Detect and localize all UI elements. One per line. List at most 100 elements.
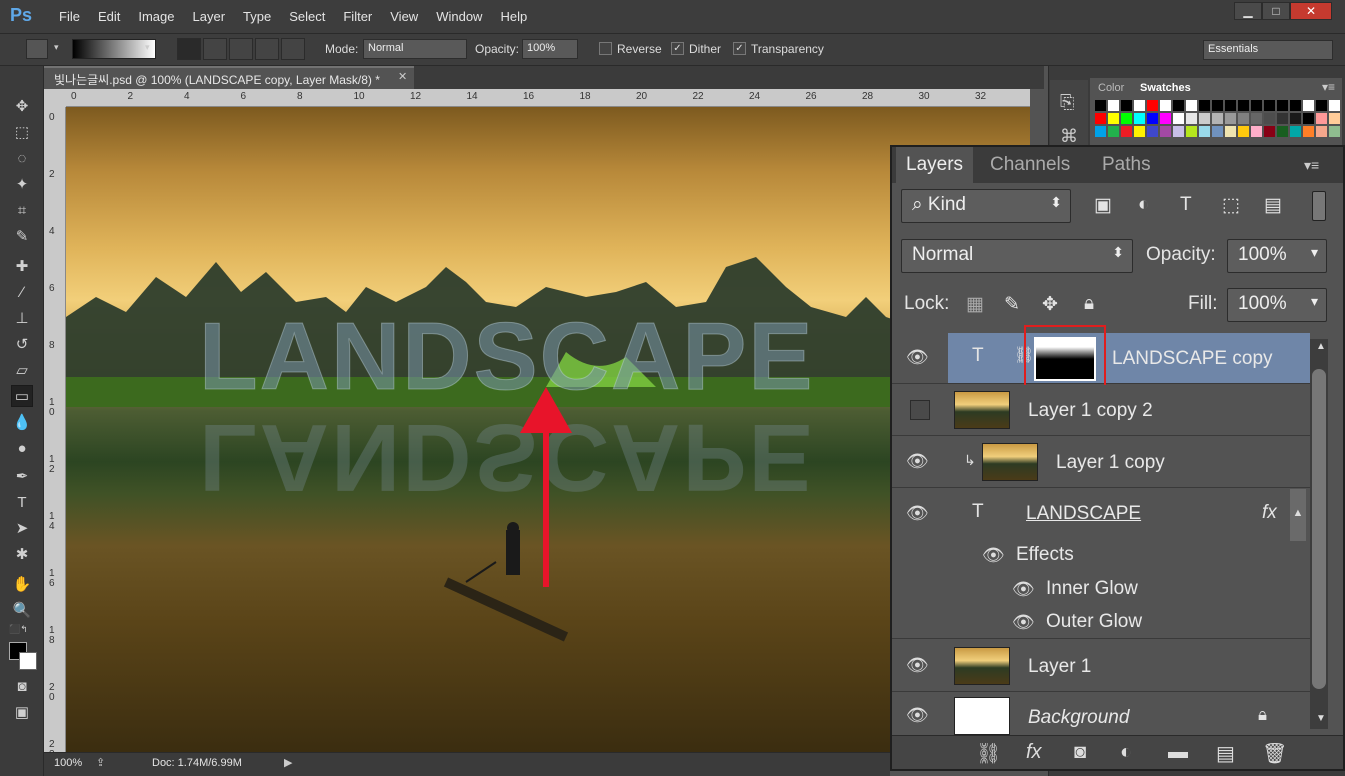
color-swatch[interactable] (1121, 100, 1132, 111)
color-swatch[interactable] (1264, 126, 1275, 137)
color-swatch[interactable] (1160, 126, 1171, 137)
fill-input[interactable]: 100% ▾ (1227, 288, 1327, 322)
color-swatch[interactable] (1147, 100, 1158, 111)
menu-help[interactable]: Help (491, 9, 536, 24)
move-tool-icon[interactable]: ✥ (11, 96, 33, 118)
link-layers-icon[interactable]: ⛓︎ (976, 741, 1001, 766)
default-colors-icon[interactable]: ⬛↰ (9, 624, 28, 635)
layer-name[interactable]: Layer 1 (1028, 656, 1091, 678)
opacity-input[interactable]: 100% (522, 39, 578, 59)
color-swatch[interactable] (1095, 126, 1106, 137)
tab-color[interactable]: Color (1092, 80, 1130, 96)
close-window-button[interactable]: ✕ (1290, 2, 1332, 20)
eye-icon[interactable]: 👁︎ (906, 347, 929, 368)
add-mask-icon[interactable]: ◙ (1074, 741, 1086, 764)
minimize-button[interactable]: ▁ (1234, 2, 1262, 20)
color-swatch[interactable] (1225, 100, 1236, 111)
filter-kind-select[interactable]: ⌕ Kind ⬍ (901, 189, 1071, 223)
history-brush-icon[interactable]: ↺ (11, 334, 33, 356)
screen-mode-icon[interactable]: ▣ (11, 702, 33, 724)
new-layer-icon[interactable]: ▤ (1216, 741, 1235, 766)
eye-icon[interactable]: 👁︎ (906, 655, 929, 676)
path-select-icon[interactable]: ➤ (11, 518, 33, 540)
color-swatch[interactable] (1095, 100, 1106, 111)
scrollbar-thumb[interactable] (1312, 369, 1326, 689)
ruler-origin[interactable] (44, 89, 66, 107)
color-swatch[interactable] (1173, 126, 1184, 137)
color-swatch[interactable] (1251, 113, 1262, 124)
gradient-tool-icon[interactable]: ▭ (11, 385, 33, 407)
gradient-dropdown-icon[interactable]: ▾ (145, 42, 150, 53)
eye-icon[interactable]: 👁︎ (982, 545, 1005, 566)
properties-panel-icon[interactable]: ⌘ (1060, 126, 1078, 147)
close-tab-icon[interactable]: ✕ (398, 70, 407, 83)
color-swatch[interactable] (1121, 113, 1132, 124)
radial-gradient-button[interactable] (203, 38, 227, 60)
tab-paths[interactable]: Paths (1092, 147, 1161, 183)
dodge-tool-icon[interactable]: ● (11, 438, 33, 460)
tab-swatches[interactable]: Swatches (1134, 80, 1197, 96)
color-swatch[interactable] (1147, 126, 1158, 137)
color-swatch[interactable] (1108, 126, 1119, 137)
effect-name[interactable]: Outer Glow (1046, 611, 1142, 633)
lock-all-icon[interactable]: 🔒︎ (1084, 293, 1094, 315)
layer-name[interactable]: Layer 1 copy (1056, 452, 1165, 474)
document-tab[interactable]: 빛나는글씨.psd @ 100% (LANDSCAPE copy, Layer … (44, 66, 414, 89)
crop-tool-icon[interactable]: ⌗ (11, 200, 33, 222)
lock-position-icon[interactable]: ✥ (1042, 293, 1058, 316)
visibility-toggle-off[interactable] (910, 400, 930, 420)
color-swatch[interactable] (1290, 113, 1301, 124)
color-swatch[interactable] (1264, 100, 1275, 111)
color-swatch[interactable] (1316, 113, 1327, 124)
color-swatch[interactable] (1186, 113, 1197, 124)
filter-type-icon[interactable]: T (1180, 194, 1192, 216)
menu-image[interactable]: Image (129, 9, 183, 24)
color-swatch[interactable] (1303, 126, 1314, 137)
scroll-up-icon[interactable]: ▲ (1316, 341, 1326, 352)
color-swatch[interactable] (1199, 100, 1210, 111)
layers-panel-menu-icon[interactable]: ▾≡ (1304, 157, 1319, 174)
delete-layer-icon[interactable]: 🗑︎ (1262, 741, 1287, 766)
color-swatch[interactable] (1134, 100, 1145, 111)
zoom-level[interactable]: 100% (54, 757, 82, 769)
color-swatch[interactable] (1212, 126, 1223, 137)
workspace-select[interactable]: Essentials (1203, 40, 1333, 60)
color-swatch[interactable] (1134, 113, 1145, 124)
brush-tool-icon[interactable]: ∕ (11, 282, 33, 304)
color-swatch[interactable] (1160, 100, 1171, 111)
color-swatch[interactable] (1199, 113, 1210, 124)
color-swatch[interactable] (1173, 113, 1184, 124)
color-swatch[interactable] (1160, 113, 1171, 124)
filter-shape-icon[interactable]: ⬚ (1222, 194, 1240, 217)
filter-smart-object-icon[interactable]: ▤ (1264, 194, 1282, 217)
dither-checkbox[interactable]: ✓ (671, 42, 684, 55)
color-swatch[interactable] (1290, 126, 1301, 137)
lasso-tool-icon[interactable]: ◌ (11, 148, 33, 170)
add-style-icon[interactable]: fx (1026, 741, 1042, 764)
magic-wand-icon[interactable]: ✦ (11, 174, 33, 196)
color-swatch[interactable] (1121, 126, 1132, 137)
color-swatch[interactable] (1251, 100, 1262, 111)
filter-pixel-icon[interactable]: ▣ (1094, 194, 1112, 217)
tab-layers[interactable]: Layers (896, 147, 974, 183)
lock-transparent-icon[interactable]: ▦ (966, 293, 984, 316)
layer-name[interactable]: Layer 1 copy 2 (1028, 400, 1153, 422)
filter-adjustment-icon[interactable]: ◐ (1138, 194, 1149, 216)
document-canvas[interactable]: LANDSCAPE LANDSCAPE (66, 107, 1030, 752)
swatches-menu-icon[interactable]: ▾≡ (1322, 80, 1335, 94)
color-swatch[interactable] (1238, 100, 1249, 111)
blend-mode-select[interactable]: Normal ⬍ (901, 239, 1133, 273)
zoom-tool-icon[interactable]: 🔍 (11, 600, 33, 622)
vertical-ruler[interactable]: 024681 01 21 41 61 82 02 2 (44, 107, 66, 760)
eye-icon[interactable]: 👁︎ (906, 451, 929, 472)
horizontal-ruler[interactable]: 0 2 4 6 8 10 12 14 16 18 20 22 24 26 28 30 32 (66, 89, 1030, 107)
menu-layer[interactable]: Layer (184, 9, 235, 24)
pen-tool-icon[interactable]: ✒ (11, 466, 33, 488)
color-swatch[interactable] (1108, 113, 1119, 124)
reflected-gradient-button[interactable] (255, 38, 279, 60)
transparency-checkbox[interactable]: ✓ (733, 42, 746, 55)
stamp-tool-icon[interactable]: ⊥ (11, 308, 33, 330)
fx-badge[interactable]: fx (1262, 502, 1277, 524)
layer-name[interactable]: Background (1028, 707, 1129, 729)
tab-channels[interactable]: Channels (980, 147, 1080, 183)
